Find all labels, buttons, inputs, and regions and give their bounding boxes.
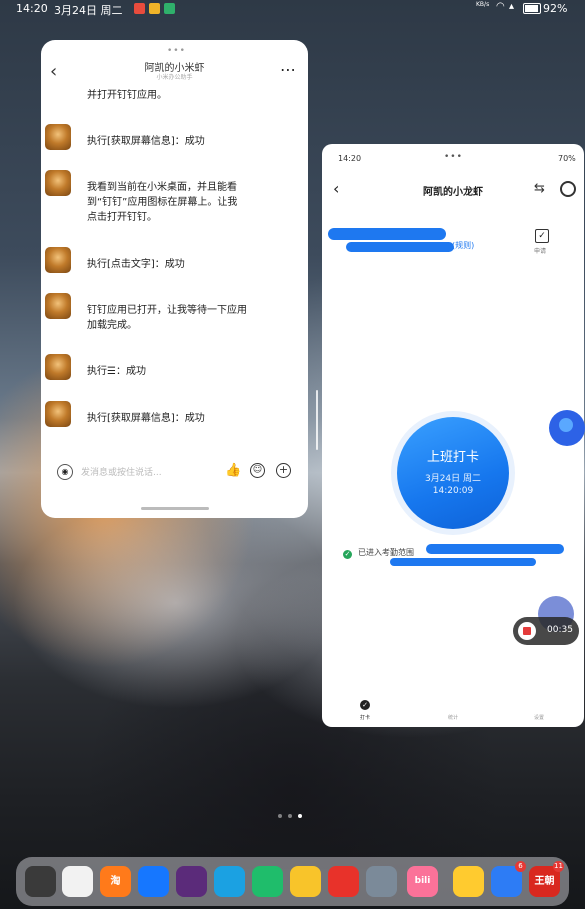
redacted-text	[390, 558, 536, 566]
window-drag-handle[interactable]: •••	[444, 152, 463, 162]
message-input[interactable]: 发消息或按住说话...	[81, 465, 162, 478]
edge-browser-app[interactable]	[214, 866, 245, 897]
status-bar: 14:20 3月24日 周二 KB/s ◠ ▴ 92%	[0, 0, 585, 18]
avatar	[45, 293, 71, 319]
chat-subtitle: 小米办公助手	[156, 74, 193, 81]
apply-label[interactable]: 申请	[534, 246, 546, 255]
punch-date: 3月24日 周二	[424, 474, 482, 484]
avatar	[45, 124, 71, 150]
add-icon[interactable]: +	[276, 463, 291, 478]
avatar	[45, 354, 71, 380]
notification-icon	[134, 3, 145, 14]
window-drag-handle[interactable]: •••	[167, 46, 186, 56]
thumbs-up-icon[interactable]: 👍	[225, 463, 241, 478]
status-date: 3月24日 周二	[54, 4, 123, 17]
openai-app[interactable]	[62, 866, 93, 897]
notification-icon	[164, 3, 175, 14]
floating-assistant-bubble[interactable]	[549, 410, 585, 446]
bilibili-app[interactable]: bili	[407, 866, 438, 897]
punch-time: 14:20:09	[432, 486, 474, 496]
punch-tab-icon[interactable]: ✓	[360, 700, 370, 710]
photo-app[interactable]	[176, 866, 207, 897]
chat-message: 我看到当前在小米桌面，并且能看到“钉钉”应用图标在屏幕上。让我点击打开钉钉。	[87, 182, 238, 223]
app-status-battery: 70%	[558, 154, 576, 163]
schedule-rule-link[interactable]: (规则)	[452, 240, 474, 251]
chat-message: 执行[获取屏幕信息]：成功	[87, 136, 205, 147]
punch-in-button[interactable]: 上班打卡 3月24日 周二 14:20:09	[397, 417, 509, 529]
wangchao-app[interactable]: 王朝 11	[529, 861, 564, 897]
page-indicator	[278, 803, 308, 822]
notification-icon	[149, 3, 160, 14]
chat-message: 钉钉应用已打开，让我等待一下应用加载完成。	[87, 305, 247, 331]
phone-app[interactable]	[25, 866, 56, 897]
dingtalk-app[interactable]	[138, 866, 169, 897]
taobao-app[interactable]: 淘	[100, 866, 131, 897]
split-divider-handle[interactable]	[316, 390, 318, 450]
emoji-icon[interactable]: ☺	[250, 463, 265, 478]
mijia-app[interactable]	[252, 866, 283, 897]
tab-settings[interactable]: 设置	[534, 714, 544, 721]
network-speed: KB/s	[476, 1, 490, 8]
chat-message: 执行☰：成功	[87, 366, 146, 377]
files-app[interactable]	[453, 866, 484, 897]
dock: 淘 bili 6 王朝 11	[16, 857, 569, 906]
battery-icon	[523, 3, 541, 14]
music-app[interactable]	[328, 866, 359, 897]
wifi-icon: ◠	[496, 1, 505, 12]
settings-app[interactable]	[366, 866, 397, 897]
chat-input-bar: ◉ 发消息或按住说话... 👍 ☺ +	[41, 459, 308, 489]
more-options-button[interactable]: ⋯	[280, 60, 296, 79]
signal-icon: ▴	[509, 1, 515, 12]
chat-message: 执行[获取屏幕信息]：成功	[87, 413, 205, 424]
recording-time: 00:35	[547, 625, 573, 635]
screen-recording-indicator[interactable]: 00:35	[513, 617, 579, 645]
swap-icon[interactable]: ⇆	[534, 181, 545, 196]
stop-recording-icon[interactable]	[518, 622, 536, 640]
avatar	[45, 247, 71, 273]
home-indicator	[141, 507, 209, 510]
chat-message: 执行[点击文字]：成功	[87, 259, 185, 270]
chat-window: ••• ‹ 阿凯的小米虾 小米办公助手 ⋯ 并打开钉钉应用。 执行[获取屏幕信息…	[41, 40, 308, 518]
apply-icon[interactable]: ✓	[535, 229, 549, 243]
tab-statistics[interactable]: 统计	[448, 714, 458, 721]
avatar	[45, 401, 71, 427]
punch-label: 上班打卡	[426, 450, 479, 465]
target-icon[interactable]	[560, 181, 576, 197]
tab-punch[interactable]: 打卡	[360, 714, 370, 721]
notes-app[interactable]	[290, 866, 321, 897]
notification-badge: 6	[515, 861, 526, 872]
redacted-text	[426, 544, 564, 554]
redacted-text	[328, 228, 446, 240]
geofence-text: 已进入考勤范围	[358, 548, 414, 557]
check-icon: ✓	[343, 550, 352, 559]
notification-badge: 11	[553, 861, 564, 872]
app-status-time: 14:20	[338, 154, 362, 163]
battery-level: 92%	[543, 2, 568, 15]
redacted-text	[346, 242, 454, 252]
avatar	[45, 170, 71, 196]
dingtalk-app-2[interactable]: 6	[491, 861, 526, 897]
chat-message: 并打开钉钉应用。	[87, 90, 167, 101]
status-time: 14:20	[16, 2, 48, 15]
voice-input-icon[interactable]: ◉	[57, 464, 73, 480]
